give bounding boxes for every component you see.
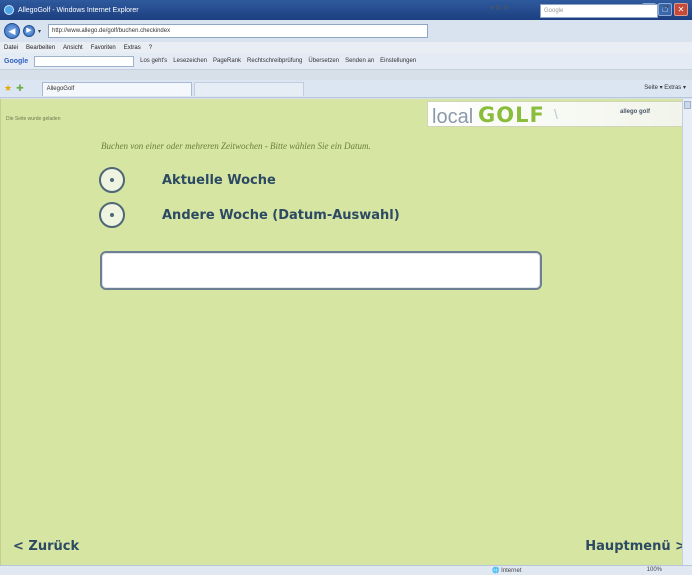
toolbar-item-spellcheck[interactable]: Rechtschreibprüfung: [247, 58, 302, 64]
logo-golf-text: GOLF: [478, 103, 545, 127]
menu-item-ansicht[interactable]: Ansicht: [63, 45, 83, 51]
toolbar-item-translate[interactable]: Übersetzen: [308, 58, 339, 64]
toolbar-item-send[interactable]: Senden an: [345, 58, 374, 64]
search-icon[interactable]: ⌕▾: [662, 4, 669, 12]
option-current-week-label[interactable]: Aktuelle Woche: [162, 173, 276, 188]
toolbar-item-settings[interactable]: Einstellungen: [380, 58, 416, 64]
favorites-star-icon[interactable]: ★: [4, 83, 12, 94]
google-search-input[interactable]: [34, 55, 135, 67]
page-content: Die Seite wurde geladen local GOLF \ all…: [0, 99, 692, 565]
google-toolbar: Google Los geht's Lesezeichen PageRank R…: [0, 53, 692, 70]
menu-item-extras[interactable]: Extras: [124, 45, 141, 51]
add-favorite-icon[interactable]: ✚: [16, 83, 24, 94]
option-other-week[interactable]: Andere Woche (Datum-Auswahl): [99, 202, 400, 228]
zoom-level[interactable]: 100%: [647, 567, 662, 573]
date-input-field[interactable]: [100, 251, 542, 290]
tab-bar: ★ ✚ AllegoGolf Seite ▾ Extras ▾: [0, 80, 692, 98]
status-bar: 🌐 Internet 100%: [0, 565, 692, 575]
url-field[interactable]: http://www.allego.de/golf/buchen.checkin…: [48, 24, 429, 38]
google-logo: Google: [4, 57, 29, 65]
menu-bar: Datei Bearbeiten Ansicht Favoriten Extra…: [0, 42, 692, 53]
radio-current-week[interactable]: [99, 167, 125, 193]
main-menu-button[interactable]: Hauptmenü >: [585, 539, 686, 554]
logo-local-text: local: [432, 106, 474, 128]
toolbar-item-pagerank[interactable]: PageRank: [213, 58, 241, 64]
back-nav-icon[interactable]: ◀: [4, 23, 20, 39]
command-bar[interactable]: Seite ▾ Extras ▾: [644, 84, 686, 91]
menu-item-datei[interactable]: Datei: [4, 45, 18, 51]
menu-item-bearbeiten[interactable]: Bearbeiten: [26, 45, 55, 51]
new-tab-button[interactable]: [193, 81, 304, 96]
radio-other-week[interactable]: [99, 202, 125, 228]
window-title: AllegoGolf - Windows Internet Explorer: [18, 6, 139, 14]
toolbar-item-go[interactable]: Los geht's: [140, 58, 167, 64]
ie-icon: [4, 5, 14, 15]
address-bar: ◀ ▶ ▾ http://www.allego.de/golf/buchen.c…: [0, 20, 692, 42]
menu-item-favoriten[interactable]: Favoriten: [91, 45, 116, 51]
localgolf-logo: local GOLF \ allego golf: [427, 101, 685, 128]
option-current-week[interactable]: Aktuelle Woche: [99, 167, 276, 193]
tab-allegogolf[interactable]: AllegoGolf: [41, 81, 192, 96]
menu-item-help[interactable]: ?: [149, 45, 152, 51]
logo-swoosh-icon: \: [554, 106, 558, 122]
scroll-up-arrow[interactable]: [684, 101, 691, 109]
allego-brand: allego golf: [620, 109, 650, 115]
vertical-scrollbar[interactable]: [682, 99, 692, 565]
back-button[interactable]: < Zurück: [13, 539, 79, 554]
security-zone-label: Internet: [501, 568, 522, 574]
option-other-week-label[interactable]: Andere Woche (Datum-Auswahl): [162, 208, 400, 223]
recent-pages-icon[interactable]: ▾: [38, 28, 41, 35]
security-zone: 🌐 Internet: [492, 568, 522, 574]
instruction-text: Buchen von einer oder mehreren Zeitwoche…: [101, 141, 371, 151]
refresh-stop-icons[interactable]: ▾ ↻ ✕: [490, 4, 509, 12]
search-input[interactable]: Google: [540, 4, 658, 18]
loaded-status-text: Die Seite wurde geladen: [6, 116, 61, 122]
forward-nav-icon[interactable]: ▶: [23, 25, 35, 37]
toolbar-item-bookmarks[interactable]: Lesezeichen: [173, 58, 207, 64]
close-button[interactable]: ✕: [674, 3, 688, 16]
